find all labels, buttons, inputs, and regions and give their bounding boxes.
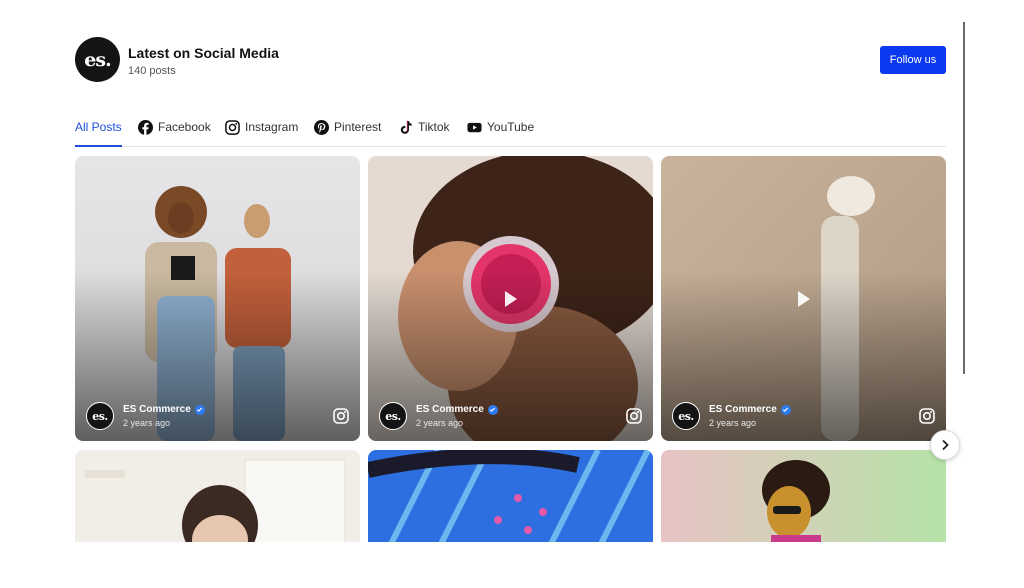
post-card[interactable]: es. ES Commerce 2 years ago	[368, 156, 653, 441]
verified-badge-icon	[780, 404, 791, 415]
verified-badge-icon	[194, 404, 205, 415]
post-image	[368, 450, 653, 542]
feed-title: Latest on Social Media	[128, 45, 279, 61]
tab-label: Tiktok	[418, 120, 450, 134]
author-name: ES Commerce	[709, 404, 777, 415]
tab-pinterest[interactable]: Pinterest	[314, 108, 381, 146]
source-tabs: All Posts Facebook Instagram Pinterest T…	[75, 108, 946, 147]
author-name-row: ES Commerce	[709, 404, 791, 415]
tab-label: Pinterest	[334, 120, 382, 134]
tab-instagram[interactable]: Instagram	[225, 108, 298, 146]
pinterest-icon	[314, 119, 329, 135]
post-card[interactable]: es. ES Commerce 2 years ago	[75, 156, 360, 441]
post-time: 2 years ago	[416, 418, 464, 428]
chevron-right-icon	[939, 439, 951, 451]
post-card[interactable]: es. ES Commerce 2 years ago	[661, 156, 946, 441]
tiktok-icon	[398, 120, 413, 135]
author-avatar: es.	[379, 402, 407, 430]
tab-label: Facebook	[158, 120, 211, 134]
author-name: ES Commerce	[416, 404, 484, 415]
author-name-row: ES Commerce	[123, 404, 205, 415]
post-card[interactable]	[368, 450, 653, 542]
tab-tiktok[interactable]: Tiktok	[398, 108, 450, 146]
tab-label: YouTube	[487, 120, 535, 134]
tab-label: All Posts	[75, 120, 122, 134]
play-icon[interactable]	[797, 290, 810, 307]
play-icon[interactable]	[504, 290, 517, 307]
tab-facebook[interactable]: Facebook	[138, 108, 211, 146]
tab-label: Instagram	[245, 120, 299, 134]
instagram-icon[interactable]	[333, 408, 349, 424]
tab-all-posts[interactable]: All Posts	[75, 108, 122, 147]
instagram-icon	[225, 119, 240, 135]
author-name-row: ES Commerce	[416, 404, 498, 415]
posts-grid: es. ES Commerce 2 years ago es. ES Comme…	[75, 156, 946, 542]
youtube-icon	[467, 120, 482, 135]
post-author: es. ES Commerce 2 years ago	[672, 402, 791, 430]
post-author: es. ES Commerce 2 years ago	[86, 402, 205, 430]
post-image	[75, 450, 360, 542]
instagram-icon[interactable]	[626, 408, 642, 424]
post-card[interactable]	[75, 450, 360, 542]
instagram-icon[interactable]	[919, 408, 935, 424]
carousel-next-button[interactable]	[930, 430, 960, 460]
author-avatar: es.	[672, 402, 700, 430]
follow-us-button[interactable]: Follow us	[880, 46, 946, 74]
post-author: es. ES Commerce 2 years ago	[379, 402, 498, 430]
post-card[interactable]	[661, 450, 946, 542]
tab-youtube[interactable]: YouTube	[467, 108, 534, 146]
post-time: 2 years ago	[123, 418, 171, 428]
feed-header: es. Latest on Social Media 140 posts Fol…	[75, 37, 946, 83]
brand-logo: es.	[75, 37, 120, 82]
facebook-icon	[138, 119, 153, 135]
author-avatar: es.	[86, 402, 114, 430]
page-scrollbar[interactable]	[963, 22, 965, 374]
post-count: 140 posts	[128, 65, 176, 77]
author-name: ES Commerce	[123, 404, 191, 415]
post-image	[661, 450, 946, 542]
verified-badge-icon	[487, 404, 498, 415]
post-time: 2 years ago	[709, 418, 757, 428]
